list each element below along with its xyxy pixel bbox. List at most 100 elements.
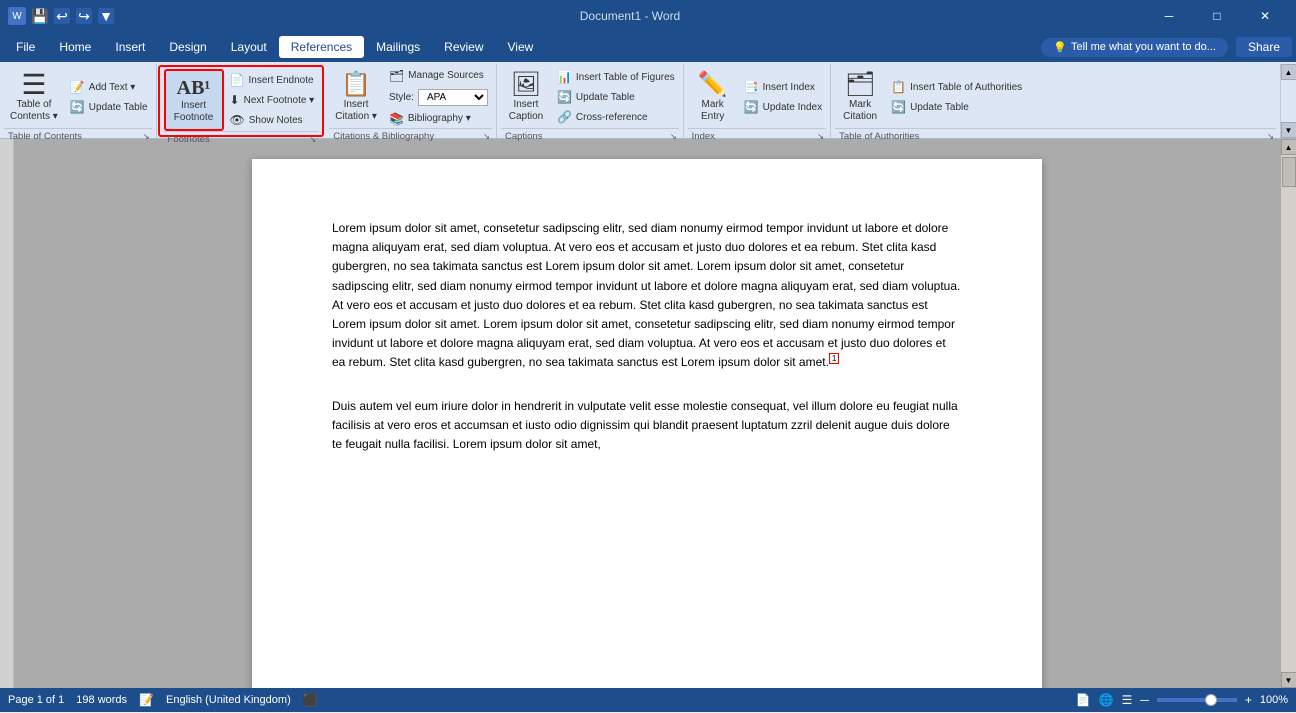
document-area[interactable]: Lorem ipsum dolor sit amet, consetetur s… [14,139,1280,688]
menu-mailings[interactable]: Mailings [364,36,432,58]
mark-citation-button[interactable]: 🗂 MarkCitation [835,66,885,128]
menu-file[interactable]: File [4,36,47,58]
language: English (United Kingdom) [166,694,291,706]
document-page[interactable]: Lorem ipsum dolor sit amet, consetetur s… [252,159,1042,688]
view-outline-icon[interactable]: ☰ [1122,693,1133,707]
ribbon-scroll-up[interactable]: ▲ [1281,64,1296,80]
redo-button[interactable]: ↪ [76,8,92,24]
paragraph-1-text: Lorem ipsum dolor sit amet, consetetur s… [332,221,960,369]
tell-me-input[interactable]: 💡 Tell me what you want to do... [1041,38,1228,57]
insert-citation-button[interactable]: 📋 InsertCitation ▾ [329,66,383,128]
menu-insert[interactable]: Insert [103,36,157,58]
ribbon-group-index: ✏️ MarkEntry 📑 Insert Index 🔄 Update Ind… [684,64,831,138]
add-text-icon: 📝 [70,80,85,94]
scroll-thumb[interactable] [1282,157,1296,187]
ribbon-group-toc: ☰ Table ofContents ▾ 📝 Add Text ▾ 🔄 Upda… [0,64,157,138]
undo-button[interactable]: ↩ [54,8,70,24]
window-controls: ─ □ ✕ [1146,0,1288,32]
show-notes-button[interactable]: 👁 Show Notes [226,111,319,129]
mark-entry-label: MarkEntry [701,99,724,123]
update-table-toc-button[interactable]: 🔄 Update Table [66,98,152,116]
cross-reference-button[interactable]: 🔗 Cross-reference [553,108,679,126]
toc-small-buttons: 📝 Add Text ▾ 🔄 Update Table [66,78,152,116]
insert-table-of-figures-button[interactable]: 📊 Insert Table of Figures [553,68,679,86]
update-table-label: Update Table [89,102,148,113]
view-print-icon[interactable]: 📄 [1076,693,1091,707]
insert-footnote-button[interactable]: AB¹ InsertFootnote [164,69,224,131]
proofing-icon: 📝 [139,693,154,707]
save-button[interactable]: 💾 [32,8,48,24]
style-select[interactable]: APA MLA Chicago [418,89,488,106]
menu-review[interactable]: Review [432,36,495,58]
insert-caption-button[interactable]: 🖼 InsertCaption [501,66,551,128]
insert-index-button[interactable]: 📑 Insert Index [740,78,826,96]
view-web-icon[interactable]: 🌐 [1099,693,1114,707]
mark-entry-button[interactable]: ✏️ MarkEntry [688,66,738,128]
authorities-buttons: 🗂 MarkCitation 📋 Insert Table of Authori… [835,66,1276,128]
ribbon-group-citations: 📋 InsertCitation ▾ 🗂 Manage Sources Styl… [325,64,497,138]
show-notes-icon: 👁 [230,113,245,127]
zoom-thumb [1205,694,1217,706]
ribbon-group-authorities: 🗂 MarkCitation 📋 Insert Table of Authori… [831,64,1280,138]
status-bar: Page 1 of 1 198 words 📝 English (United … [0,688,1296,712]
citations-small-buttons: 🗂 Manage Sources Style: APA MLA Chicago … [385,67,492,128]
authorities-small-buttons: 📋 Insert Table of Authorities 🔄 Update T… [887,78,1026,116]
update-table-captions-label: Update Table [576,92,635,103]
accessibility-icon: ⬛ [303,693,318,707]
ribbon-section: ☰ Table ofContents ▾ 📝 Add Text ▾ 🔄 Upda… [0,64,1296,138]
bibliography-label: Bibliography ▾ [408,113,471,124]
app-icon: W [8,7,26,25]
insert-index-label: Insert Index [763,82,815,93]
zoom-slider[interactable] [1157,698,1237,702]
show-notes-label: Show Notes [249,115,303,126]
next-footnote-button[interactable]: ⬇ Next Footnote ▾ [226,91,319,109]
paragraph-2-text: Duis autem vel eum iriure dolor in hendr… [332,399,958,451]
insert-caption-label: InsertCaption [509,99,543,123]
update-table-auth-label: Update Table [910,102,969,113]
index-buttons: ✏️ MarkEntry 📑 Insert Index 🔄 Update Ind… [688,66,826,128]
ribbon-group-footnotes: AB¹ InsertFootnote 📄 Insert Endnote ⬇ Ne… [158,65,325,137]
insert-endnote-icon: 📄 [230,73,245,87]
update-index-button[interactable]: 🔄 Update Index [740,98,826,116]
captions-buttons: 🖼 InsertCaption 📊 Insert Table of Figure… [501,66,679,128]
manage-sources-icon: 🗂 [389,69,404,83]
scroll-up-arrow[interactable]: ▲ [1281,139,1296,155]
menu-references[interactable]: References [279,36,364,58]
minimize-button[interactable]: ─ [1146,0,1192,32]
page-info: Page 1 of 1 [8,694,64,706]
share-button[interactable]: Share [1236,37,1292,57]
update-index-label: Update Index [763,102,823,113]
insert-table-authorities-button[interactable]: 📋 Insert Table of Authorities [887,78,1026,96]
menu-bar-right: 💡 Tell me what you want to do... Share [1041,37,1292,57]
add-text-button[interactable]: 📝 Add Text ▾ [66,78,152,96]
menu-home[interactable]: Home [47,36,103,58]
menu-view[interactable]: View [496,36,546,58]
maximize-button[interactable]: □ [1194,0,1240,32]
next-footnote-icon: ⬇ [230,93,240,107]
menu-design[interactable]: Design [157,36,218,58]
update-index-icon: 🔄 [744,100,759,114]
scroll-down-arrow[interactable]: ▼ [1281,672,1296,688]
insert-citation-icon: 📋 [341,71,371,100]
zoom-out-button[interactable]: ─ [1140,693,1149,707]
quick-access-button[interactable]: ▼ [98,8,114,24]
index-small-buttons: 📑 Insert Index 🔄 Update Index [740,78,826,116]
update-table-authority-button[interactable]: 🔄 Update Table [887,98,1026,116]
tell-me-text: Tell me what you want to do... [1071,41,1216,53]
table-of-contents-button[interactable]: ☰ Table ofContents ▾ [4,66,64,128]
main-area: Lorem ipsum dolor sit amet, consetetur s… [0,139,1296,688]
ribbon-scroll-down[interactable]: ▼ [1281,122,1296,138]
insert-endnote-button[interactable]: 📄 Insert Endnote [226,71,319,89]
close-button[interactable]: ✕ [1242,0,1288,32]
insert-endnote-label: Insert Endnote [248,75,313,86]
bibliography-button[interactable]: 📚 Bibliography ▾ [385,110,492,128]
bibliography-icon: 📚 [389,112,404,126]
insert-index-icon: 📑 [744,80,759,94]
update-table-captions-button[interactable]: 🔄 Update Table [553,88,679,106]
mark-citation-label: MarkCitation [843,99,877,123]
footnotes-buttons: AB¹ InsertFootnote 📄 Insert Endnote ⬇ Ne… [164,69,319,131]
menu-layout[interactable]: Layout [219,36,279,58]
manage-sources-button[interactable]: 🗂 Manage Sources [385,67,492,85]
insert-table-auth-label: Insert Table of Authorities [910,82,1022,93]
zoom-in-button[interactable]: + [1245,693,1252,707]
